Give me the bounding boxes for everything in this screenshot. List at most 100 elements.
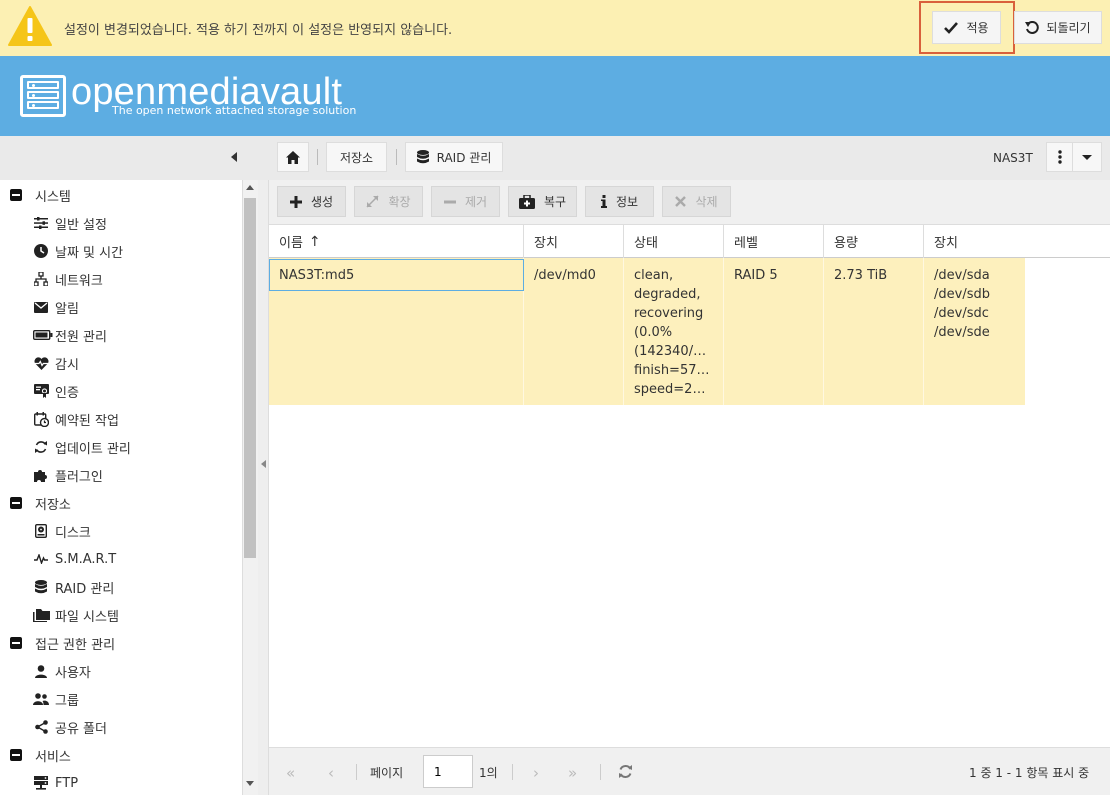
- sidebar-item-label: 알림: [55, 301, 79, 317]
- sidebar-item-label: 디스크: [55, 525, 91, 541]
- sidebar-item-6[interactable]: 감시: [33, 349, 79, 377]
- column-header-capacity[interactable]: 용량: [824, 225, 924, 258]
- users-icon: [33, 691, 49, 707]
- revert-button[interactable]: 되돌리기: [1014, 11, 1102, 44]
- pulse-icon: [33, 551, 49, 567]
- create-button[interactable]: 생성: [277, 186, 346, 217]
- page-label: 페이지: [370, 766, 404, 780]
- pager-summary: 1 중 1 - 1 항목 표시 중: [969, 766, 1090, 780]
- sidebar-item-17[interactable]: 사용자: [33, 657, 91, 685]
- breadcrumb-raid-label: RAID 관리: [436, 150, 492, 165]
- delete-button[interactable]: 삭제: [662, 186, 731, 217]
- column-header-name[interactable]: 이름 ↑: [269, 225, 524, 258]
- sidebar-item-1[interactable]: 일반 설정: [33, 209, 107, 237]
- sidebar-item-label: 서비스: [35, 749, 71, 765]
- sidebar-item-21[interactable]: FTP: [33, 769, 78, 795]
- user-menu-button[interactable]: [1072, 142, 1102, 172]
- grid-header: 이름 ↑ 장치 상태 레벨 용량 장치: [269, 225, 1110, 258]
- plus-icon: [289, 195, 302, 208]
- collapse-category-icon[interactable]: [10, 189, 22, 201]
- share-icon: [33, 719, 49, 735]
- sidebar-category-20[interactable]: 서비스: [10, 741, 71, 769]
- battery-icon: [33, 327, 53, 343]
- sidebar-item-label: 플러그인: [55, 469, 103, 485]
- sidebar-item-5[interactable]: 전원 관리: [33, 321, 107, 349]
- scroll-up-icon[interactable]: [246, 185, 254, 190]
- splitter-collapse-icon[interactable]: [261, 460, 266, 468]
- sidebar-category-0[interactable]: 시스템: [10, 181, 71, 209]
- kebab-icon: [1058, 150, 1062, 164]
- member-device: /dev/sde: [934, 325, 990, 340]
- home-button[interactable]: [277, 142, 309, 172]
- collapse-category-icon[interactable]: [10, 637, 22, 649]
- sidebar-category-16[interactable]: 접근 권한 관리: [10, 629, 115, 657]
- pager-separator: [600, 764, 601, 780]
- revert-label: 되돌리기: [1046, 21, 1091, 35]
- sidebar-item-8[interactable]: 예약된 작업: [33, 405, 119, 433]
- sidebar-item-9[interactable]: 업데이트 관리: [33, 433, 131, 461]
- column-header-state[interactable]: 상태: [624, 225, 724, 258]
- collapse-category-icon[interactable]: [10, 497, 22, 509]
- pending-changes-bar: 설정이 변경되었습니다. 적용 하기 전까지 이 설정은 반영되지 않습니다. …: [0, 0, 1110, 56]
- grow-button[interactable]: 확장: [354, 186, 423, 217]
- state-line: clean,: [634, 268, 674, 283]
- state-line: (142340/97...: [634, 344, 713, 359]
- apply-button[interactable]: 적용: [932, 11, 1001, 44]
- heartbeat-icon: [33, 355, 49, 371]
- sidebar-category-11[interactable]: 저장소: [10, 489, 71, 517]
- more-menu-button[interactable]: [1046, 142, 1073, 172]
- navigation-sidebar: 시스템 일반 설정 날짜 및 시간 네트워크알림전원 관리감시인증 예약된 작업 업데이트…: [0, 180, 258, 795]
- sidebar-item-label: 감시: [55, 357, 79, 373]
- collapse-category-icon[interactable]: [10, 749, 22, 761]
- sidebar-item-label: 파일 시스템: [55, 609, 119, 625]
- sidebar-item-13[interactable]: S.M.A.R.T: [33, 545, 116, 573]
- details-button[interactable]: 정보: [585, 186, 654, 217]
- breadcrumb-separator: [317, 149, 318, 165]
- previous-page-icon[interactable]: ‹: [328, 764, 334, 782]
- sidebar-item-18[interactable]: 그룹: [33, 685, 79, 713]
- column-header-device[interactable]: 장치: [524, 225, 624, 258]
- remove-button[interactable]: 제거: [431, 186, 500, 217]
- sidebar-item-14[interactable]: RAID 관리: [33, 573, 114, 601]
- sidebar-item-4[interactable]: 알림: [33, 293, 79, 321]
- member-device: /dev/sda: [934, 268, 990, 283]
- sidebar-item-15[interactable]: 파일 시스템: [33, 601, 119, 629]
- column-devices-label: 장치: [934, 236, 958, 251]
- sidebar-item-10[interactable]: 플러그인: [33, 461, 103, 489]
- page-number-input[interactable]: [423, 755, 473, 788]
- breadcrumb-storage[interactable]: 저장소: [326, 142, 387, 172]
- column-state-label: 상태: [634, 236, 658, 251]
- state-line: recovering: [634, 306, 704, 321]
- app-header: openmediavault The open network attached…: [0, 56, 1110, 136]
- puzzle-icon: [33, 467, 49, 483]
- cell-capacity: 2.73 TiB: [824, 258, 924, 405]
- recover-button[interactable]: 복구: [508, 186, 577, 217]
- scroll-down-icon[interactable]: [246, 781, 254, 786]
- certificate-icon: [33, 383, 49, 399]
- clock-icon: [33, 243, 49, 259]
- collapse-sidebar-icon[interactable]: [231, 152, 237, 162]
- first-page-icon[interactable]: «: [286, 764, 295, 782]
- next-page-icon[interactable]: ›: [533, 764, 539, 782]
- column-header-level[interactable]: 레벨: [724, 225, 824, 258]
- sidebar-item-12[interactable]: 디스크: [33, 517, 91, 545]
- column-header-devices[interactable]: 장치: [924, 225, 1110, 258]
- sidebar-item-19[interactable]: 공유 폴더: [33, 713, 107, 741]
- breadcrumb-raid[interactable]: RAID 관리: [405, 142, 503, 172]
- cell-state: clean, degraded, recovering (0.0% (14234…: [624, 258, 724, 405]
- logo-icon: [20, 75, 66, 117]
- pending-changes-message: 설정이 변경되었습니다. 적용 하기 전까지 이 설정은 반영되지 않습니다.: [64, 23, 453, 38]
- sidebar-item-3[interactable]: 네트워크: [33, 265, 103, 293]
- sidebar-item-2[interactable]: 날짜 및 시간: [33, 237, 123, 265]
- harddisk-icon: [33, 523, 49, 539]
- create-label: 생성: [310, 195, 334, 209]
- last-page-icon[interactable]: »: [568, 764, 577, 782]
- sidebar-item-7[interactable]: 인증: [33, 377, 79, 405]
- expand-icon: [366, 195, 379, 208]
- refresh-icon[interactable]: [618, 764, 633, 779]
- delete-label: 삭제: [695, 195, 718, 209]
- sidebar-scroll-thumb[interactable]: [244, 198, 256, 558]
- raid-capacity: 2.73 TiB: [834, 268, 888, 283]
- panel-splitter[interactable]: [258, 180, 269, 795]
- state-line: degraded,: [634, 287, 701, 302]
